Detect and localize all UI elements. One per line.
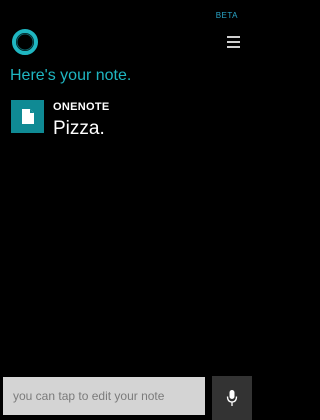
cortana-circle-icon[interactable] [11,28,39,56]
document-icon [21,109,34,124]
hamburger-menu-icon[interactable] [227,36,240,48]
onenote-tile [11,100,44,133]
microphone-icon [226,390,238,406]
app-name: ONENOTE [53,101,110,113]
beta-badge: BETA [215,11,238,20]
note-card[interactable]: ONENOTE Pizza. [11,100,242,141]
response-heading: Here's your note. [10,67,132,84]
microphone-button[interactable] [212,376,252,420]
note-content: Pizza. [53,118,105,139]
input-bar: you can tap to edit your note [0,376,252,420]
edit-note-field[interactable]: you can tap to edit your note [3,377,205,415]
